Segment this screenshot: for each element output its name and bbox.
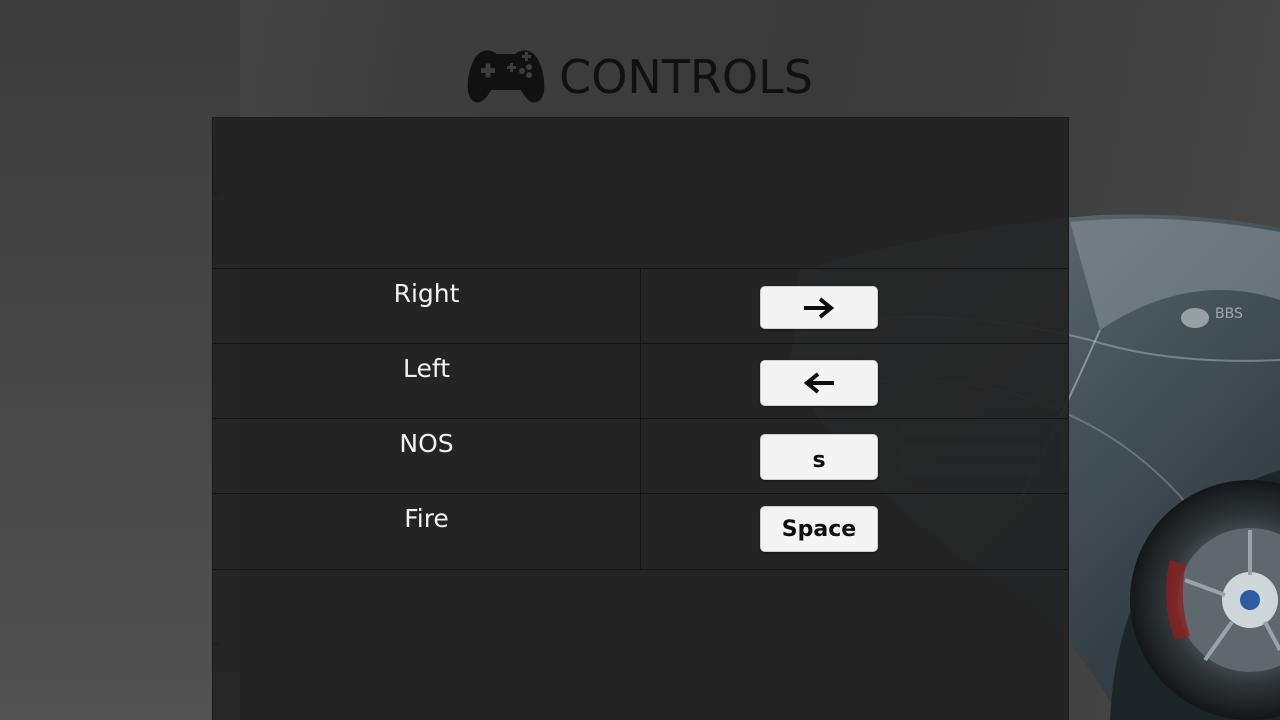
key-binding-nos-button[interactable]: s — [760, 434, 878, 480]
arrow-right-icon — [804, 296, 835, 319]
key-cell: Space — [641, 494, 1068, 569]
action-cell: Left — [213, 344, 641, 419]
row-divider-tick — [213, 644, 219, 645]
key-binding-fire-button[interactable]: Space — [760, 506, 878, 552]
action-label: Fire — [404, 504, 449, 533]
gamepad-icon — [467, 50, 545, 103]
control-row-nos: NOS s — [213, 418, 1068, 494]
action-cell: Right — [213, 269, 641, 344]
action-label: Left — [402, 354, 451, 383]
row-divider-tick — [213, 193, 219, 194]
svg-text:BBS: BBS — [1215, 306, 1243, 322]
key-label: Space — [781, 516, 857, 542]
key-cell — [641, 344, 1068, 419]
controls-header: CONTROLS — [0, 42, 1280, 108]
key-cell — [641, 269, 1068, 344]
action-label: Right — [393, 279, 460, 308]
arrow-left-icon — [803, 372, 834, 394]
key-binding-left-button[interactable] — [760, 360, 878, 406]
controls-panel: Right Left NOS s Fire Space — [212, 117, 1069, 720]
action-cell: NOS — [213, 419, 641, 494]
key-label: s — [812, 447, 826, 473]
control-row-left: Left — [213, 343, 1068, 419]
control-row-fire: Fire Space — [213, 493, 1068, 570]
key-cell: s — [641, 419, 1068, 494]
key-binding-right-button[interactable] — [760, 286, 878, 329]
page-title: CONTROLS — [559, 50, 813, 104]
action-label: NOS — [399, 429, 454, 458]
control-row-right: Right — [213, 268, 1068, 344]
action-cell: Fire — [213, 494, 641, 569]
